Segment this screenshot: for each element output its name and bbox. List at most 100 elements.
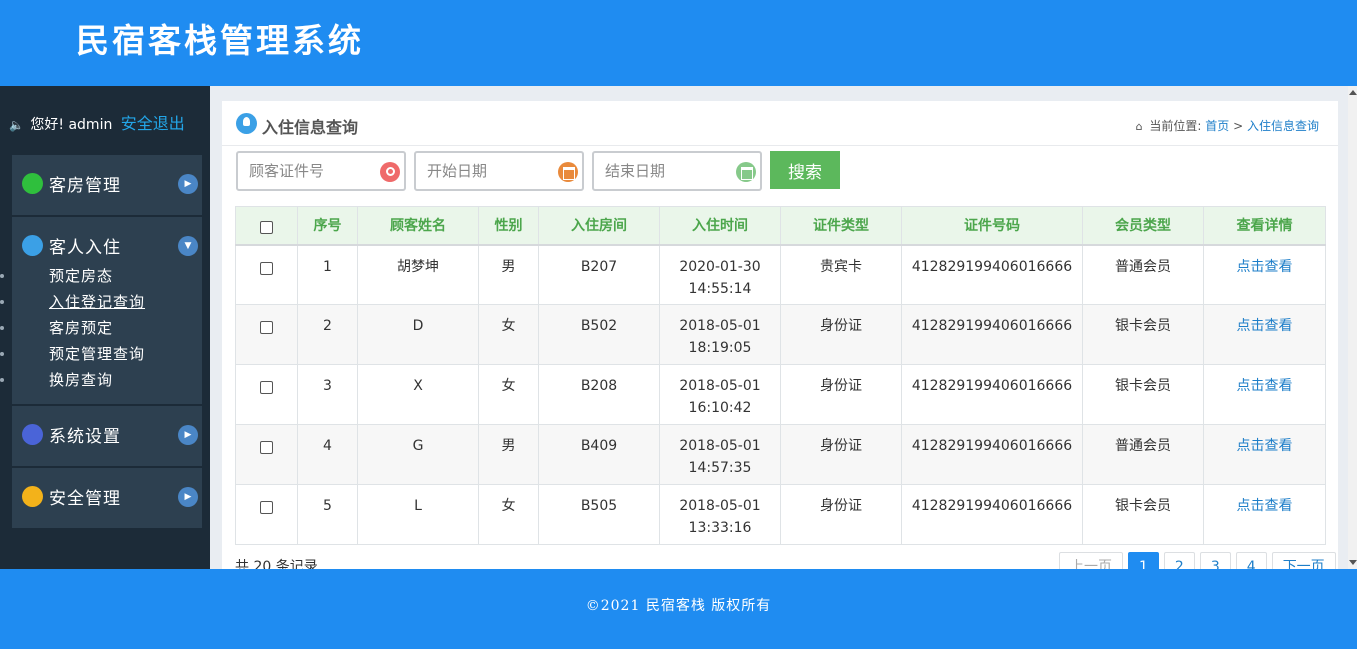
- column-header: 性别: [478, 206, 539, 245]
- select-all-checkbox[interactable]: [260, 220, 273, 234]
- row-checkbox[interactable]: [260, 321, 273, 334]
- column-header: 证件号码: [901, 206, 1083, 245]
- prev-page-button[interactable]: 上一页: [1059, 552, 1123, 569]
- cell-name: D: [357, 304, 479, 365]
- table-header-row: 序号 顾客姓名 性别 入住房间 入住时间 证件类型 证件号码 会员类型 查看详情: [235, 206, 1326, 245]
- view-detail-link[interactable]: 点击查看: [1237, 498, 1293, 514]
- next-page-button[interactable]: 下一页: [1271, 552, 1336, 569]
- start-date-input[interactable]: [416, 153, 556, 189]
- cell-gender: 女: [478, 364, 539, 425]
- search-button[interactable]: 搜索: [770, 151, 840, 189]
- cell-id-type: 身份证: [780, 484, 902, 545]
- column-header: 证件类型: [780, 206, 902, 245]
- lightning-icon: [22, 173, 43, 194]
- chevron-right-icon[interactable]: ▶: [178, 487, 198, 507]
- cell-no: 5: [297, 484, 358, 545]
- view-detail-link[interactable]: 点击查看: [1237, 438, 1293, 454]
- page-button-4[interactable]: 4: [1235, 552, 1267, 569]
- chevron-right-icon[interactable]: ▶: [178, 174, 198, 194]
- column-header: 会员类型: [1082, 206, 1204, 245]
- panel-header: 入住信息查询 ⌂ 当前位置: 首页 > 入住信息查询: [222, 101, 1338, 146]
- breadcrumb-home-link[interactable]: 首页: [1205, 119, 1229, 133]
- cell-room: B208: [538, 364, 660, 425]
- sidebar-item-checkin-query[interactable]: 入住登记查询: [0, 289, 202, 315]
- page-button-3[interactable]: 3: [1199, 552, 1231, 569]
- scroll-down-icon[interactable]: [1349, 560, 1357, 565]
- id-number-input[interactable]: [238, 153, 378, 189]
- cell-id-type: 贵宾卡: [780, 244, 902, 305]
- logout-link[interactable]: 安全退出: [121, 114, 185, 133]
- cell-checkin-time: 2018-05-01 14:57:35: [659, 424, 781, 485]
- cell-id-number: 412829199406016666: [901, 424, 1083, 485]
- cell-id-number: 412829199406016666: [901, 304, 1083, 365]
- menu-label: 安全管理: [49, 489, 121, 509]
- cell-room: B502: [538, 304, 660, 365]
- calendar-icon[interactable]: [736, 162, 756, 182]
- select-all-cell: [235, 206, 298, 245]
- page-scrollbar[interactable]: [1348, 86, 1357, 569]
- pagination: 上一页 1 2 3 4 下一页: [1054, 552, 1336, 569]
- table-row: 2 D 女 B502 2018-05-01 18:19:05 身份证 412829…: [235, 304, 1326, 365]
- cell-member-type: 银卡会员: [1082, 304, 1204, 365]
- column-header: 入住房间: [538, 206, 660, 245]
- sidebar-item-booking-status[interactable]: 预定房态: [0, 263, 202, 289]
- page-button-1[interactable]: 1: [1128, 552, 1159, 569]
- home-icon: ⌂: [1135, 120, 1143, 133]
- cell-checkin-time: 2020-01-30 14:55:14: [659, 244, 781, 305]
- sidebar-item-room-change-query[interactable]: 换房查询: [0, 367, 202, 393]
- column-header: 查看详情: [1203, 206, 1326, 245]
- id-number-field[interactable]: [236, 151, 406, 191]
- sidebar-item-room-booking[interactable]: 客房预定: [0, 315, 202, 341]
- chevron-right-icon[interactable]: ▶: [178, 425, 198, 445]
- view-detail-link[interactable]: 点击查看: [1237, 259, 1293, 275]
- menu-system-settings[interactable]: 系统设置 ▶: [12, 406, 202, 466]
- calendar-icon[interactable]: [558, 162, 578, 182]
- menu-label: 客房管理: [49, 176, 121, 196]
- top-header: 民宿客栈管理系统: [0, 0, 1357, 86]
- cell-member-type: 银卡会员: [1082, 364, 1204, 425]
- cell-no: 3: [297, 364, 358, 425]
- breadcrumb-current-link[interactable]: 入住信息查询: [1247, 119, 1319, 133]
- row-checkbox[interactable]: [260, 261, 273, 275]
- menu-label: 客人入住: [49, 238, 121, 258]
- scroll-up-icon[interactable]: [1349, 90, 1357, 95]
- column-header: 入住时间: [659, 206, 781, 245]
- cell-id-type: 身份证: [780, 364, 902, 425]
- cell-checkin-time: 2018-05-01 16:10:42: [659, 364, 781, 425]
- cell-gender: 男: [478, 424, 539, 485]
- cell-name: L: [357, 484, 479, 545]
- cell-name: 胡梦坤: [357, 244, 479, 305]
- column-header: 序号: [297, 206, 358, 245]
- shield-icon: [22, 486, 43, 507]
- cell-id-number: 412829199406016666: [901, 364, 1083, 425]
- copyright-text: ©2021 民宿客栈 版权所有: [585, 598, 772, 614]
- chevron-down-icon[interactable]: ▼: [178, 236, 198, 256]
- page-title: 入住信息查询: [262, 118, 359, 137]
- sidebar-item-booking-query[interactable]: 预定管理查询: [0, 341, 202, 367]
- table-row: 1 胡梦坤 男 B207 2020-01-30 14:55:14 贵宾卡 4128…: [235, 244, 1326, 305]
- view-detail-link[interactable]: 点击查看: [1237, 378, 1293, 394]
- cell-no: 4: [297, 424, 358, 485]
- cell-checkin-time: 2018-05-01 13:33:16: [659, 484, 781, 545]
- menu-room-management[interactable]: 客房管理 ▶: [12, 155, 202, 215]
- menu-guest-checkin[interactable]: 客人入住 ▼ 预定房态 入住登记查询 客房预定 预定管理查询 换房查询: [0, 217, 202, 404]
- end-date-input[interactable]: [594, 153, 734, 189]
- cell-member-type: 普通会员: [1082, 244, 1204, 305]
- row-checkbox[interactable]: [260, 381, 273, 394]
- footer: ©2021 民宿客栈 版权所有: [0, 569, 1357, 649]
- row-checkbox[interactable]: [260, 441, 273, 454]
- page-button-2[interactable]: 2: [1163, 552, 1195, 569]
- cell-id-number: 412829199406016666: [901, 484, 1083, 545]
- view-detail-link[interactable]: 点击查看: [1237, 318, 1293, 334]
- cell-gender: 女: [478, 484, 539, 545]
- start-date-field[interactable]: [414, 151, 584, 191]
- row-checkbox[interactable]: [260, 501, 273, 514]
- cell-room: B409: [538, 424, 660, 485]
- menu-security-management[interactable]: 安全管理 ▶: [12, 468, 202, 528]
- cell-name: G: [357, 424, 479, 485]
- cell-no: 1: [297, 244, 358, 305]
- end-date-field[interactable]: [592, 151, 762, 191]
- speaker-icon: 🔈: [9, 118, 24, 132]
- search-icon[interactable]: [380, 162, 400, 182]
- breadcrumb: ⌂ 当前位置: 首页 > 入住信息查询: [1135, 119, 1319, 133]
